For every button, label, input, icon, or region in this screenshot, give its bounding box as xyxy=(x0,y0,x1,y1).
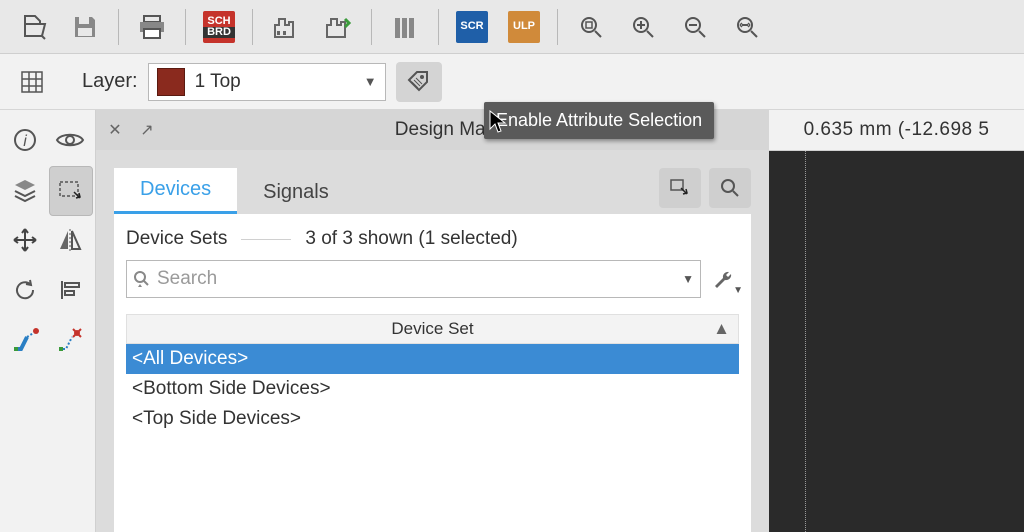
layers-tool[interactable] xyxy=(4,166,47,214)
save-button[interactable] xyxy=(62,5,108,49)
ulp-label: ULP xyxy=(513,21,535,32)
info-tool[interactable]: i xyxy=(4,116,47,164)
device-set-row[interactable]: <All Devices> xyxy=(126,344,739,374)
enable-attribute-selection-button[interactable] xyxy=(396,62,442,102)
main-toolbar: SCHBRD SCR ULP xyxy=(0,0,1024,54)
canvas-guide xyxy=(805,151,806,532)
schbrd-bottom-label: BRD xyxy=(203,27,235,38)
svg-text:i: i xyxy=(23,133,27,150)
switch-to-schematic-button[interactable]: SCHBRD xyxy=(196,5,242,49)
cam-button[interactable] xyxy=(263,5,309,49)
device-set-row[interactable]: <Top Side Devices> xyxy=(126,404,739,434)
select-mode-button[interactable] xyxy=(659,168,701,208)
zoom-to-button[interactable] xyxy=(709,168,751,208)
marquee-tool[interactable] xyxy=(49,166,94,216)
open-button[interactable] xyxy=(10,5,56,49)
search-icon xyxy=(133,270,151,288)
show-tool[interactable] xyxy=(49,116,92,164)
device-search-input[interactable]: Search ▼ xyxy=(126,260,701,298)
right-pane: 0.635 mm (-12.698 5 xyxy=(769,110,1024,532)
device-settings-button[interactable]: ▼ xyxy=(713,266,739,292)
library-button[interactable] xyxy=(382,5,428,49)
layer-selected-name: 1 Top xyxy=(195,71,241,93)
zoom-fit-button[interactable] xyxy=(724,5,770,49)
move-tool[interactable] xyxy=(4,216,47,264)
zoom-window-button[interactable] xyxy=(568,5,614,49)
align-tool[interactable] xyxy=(49,266,92,314)
board-canvas[interactable] xyxy=(769,151,1024,532)
tooltip: Enable Attribute Selection xyxy=(484,102,714,139)
device-set-row[interactable]: <Bottom Side Devices> xyxy=(126,374,739,404)
popout-panel-button[interactable]: ↗ xyxy=(136,119,158,141)
tab-devices[interactable]: Devices xyxy=(114,168,237,214)
scr-label: SCR xyxy=(460,21,483,32)
mirror-tool[interactable] xyxy=(49,216,92,264)
sort-asc-icon: ▲ xyxy=(713,319,730,339)
chevron-down-icon: ▼ xyxy=(364,74,377,89)
close-panel-button[interactable]: ✕ xyxy=(104,119,126,141)
zoom-in-button[interactable] xyxy=(620,5,666,49)
grid-button[interactable] xyxy=(10,60,54,104)
manufacturing-button[interactable] xyxy=(315,5,361,49)
chevron-down-icon: ▼ xyxy=(682,272,694,286)
ripup-tool[interactable] xyxy=(49,316,92,364)
device-sets-count: 3 of 3 shown (1 selected) xyxy=(305,228,517,250)
coordinate-readout: 0.635 mm (-12.698 5 xyxy=(769,110,1024,151)
rotate-tool[interactable] xyxy=(4,266,47,314)
print-button[interactable] xyxy=(129,5,175,49)
chevron-down-icon: ▼ xyxy=(733,285,743,296)
devices-panel-body: Device Sets 3 of 3 shown (1 selected) Se… xyxy=(114,214,751,532)
layer-swatch xyxy=(157,68,185,96)
ulp-button[interactable]: ULP xyxy=(501,5,547,49)
device-set-header[interactable]: Device Set ▲ xyxy=(126,314,739,344)
tool-palette: i xyxy=(0,110,96,532)
tab-signals[interactable]: Signals xyxy=(237,171,355,214)
device-sets-label: Device Sets xyxy=(126,228,227,250)
layer-label: Layer: xyxy=(82,70,138,93)
layer-select[interactable]: 1 Top ▼ xyxy=(148,63,386,101)
panel-tabs: Devices Signals xyxy=(96,150,769,214)
zoom-out-button[interactable] xyxy=(672,5,718,49)
route-tool[interactable] xyxy=(4,316,47,364)
schbrd-top-label: SCH xyxy=(207,16,230,27)
main-area: i ✕ ↗ Design Manager Devices Signals Dev… xyxy=(0,110,1024,532)
design-manager-panel: ✕ ↗ Design Manager Devices Signals Devic… xyxy=(96,110,769,532)
scr-button[interactable]: SCR xyxy=(449,5,495,49)
search-placeholder: Search xyxy=(157,268,217,290)
